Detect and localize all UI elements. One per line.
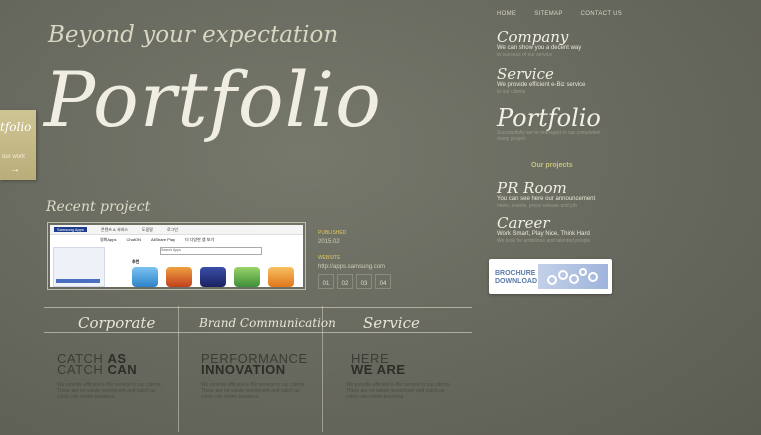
slogan-emphasis: CAN (107, 362, 138, 377)
side-tab-title: tfolio (0, 120, 32, 134)
corporate-description: We provide efficient e-Biz service to ou… (57, 382, 162, 400)
menu-company[interactable]: Company We can show you a decent way to … (497, 28, 582, 59)
samsung-apps-logo: Samsung Apps (54, 227, 87, 232)
menu-title: Portfolio (497, 104, 601, 132)
brochure-line1: BROCHURE (495, 270, 536, 277)
slogan-line: CATCH (57, 362, 108, 377)
pager-item-02[interactable]: 02 (337, 274, 353, 289)
menu-title: PR Room (497, 179, 567, 197)
brochure-label: BROCHURE DOWNLOAD (495, 270, 537, 286)
nav-sitemap-link[interactable]: SITEMAP (534, 11, 562, 17)
service-description: We provide efficient e-Biz service to ou… (346, 382, 451, 400)
top-nav: HOME SITEMAP CONTACT US (497, 11, 622, 17)
app-icon (268, 267, 294, 287)
menu-portfolio[interactable]: Portfolio Successfully we've managed to … (497, 106, 607, 142)
recent-project-label: Recent project (46, 199, 151, 215)
screenshot-nav-item: 더 다양한 앱 보기 (184, 237, 215, 242)
brand-slogan: PERFORMANCE INNOVATION (201, 352, 308, 377)
column-head-corporate[interactable]: Corporate (78, 314, 155, 332)
menu-title: Career (497, 214, 550, 232)
app-icon (234, 267, 260, 287)
pager-item-04[interactable]: 04 (375, 274, 391, 289)
pager-item-01[interactable]: 01 (318, 274, 334, 289)
screenshot-section-title: 추천 (132, 259, 140, 264)
column-head-brand[interactable]: Brand Communication (199, 316, 336, 330)
corporate-slogan: CATCH AS CATCH CAN (57, 352, 138, 377)
app-icon (200, 267, 226, 287)
arrow-right-icon: → (10, 164, 20, 175)
slogan-emphasis: WE ARE (351, 362, 406, 377)
menu-desc-faded: We look for ambitious and talented peopl… (497, 238, 591, 244)
hero-tagline: Beyond your expectation (48, 22, 339, 48)
screenshot-app-icons (132, 267, 294, 287)
app-icon (132, 267, 158, 287)
app-icon (166, 267, 192, 287)
screenshot-search: Search Apps (160, 247, 262, 255)
portfolio-side-tab[interactable]: tfolio our work → (0, 110, 36, 180)
screenshot-nav-item: AllShare Play (150, 237, 175, 242)
menu-desc-faded: news, events, press release and job (497, 203, 577, 209)
screenshot-top-link: 도움말 (141, 226, 153, 232)
menu-desc: We can show you a decent way (497, 45, 582, 51)
screenshot-top-link: 콘텐츠 & 서비스 (100, 226, 128, 232)
brochure-download-button[interactable]: BROCHURE DOWNLOAD (489, 259, 612, 294)
screenshot-sidebar (53, 247, 105, 287)
divider-under-heads (44, 332, 472, 333)
brochure-graphic-icon (547, 268, 598, 285)
service-slogan: HERE WE ARE (351, 352, 406, 377)
menu-desc: You can see here our announcement (497, 196, 596, 202)
screenshot-canvas: Samsung Apps 콘텐츠 & 서비스 도움말 로그인 영화Apps Ch… (50, 225, 303, 287)
brand-description: We provide efficient e-Biz service to ou… (201, 382, 306, 400)
recent-project-screenshot[interactable]: Samsung Apps 콘텐츠 & 서비스 도움말 로그인 영화Apps Ch… (47, 222, 306, 290)
screenshot-nav-item: 영화Apps (100, 237, 117, 242)
menu-service[interactable]: Service We provide efficient e-Biz servi… (497, 65, 586, 96)
menu-career[interactable]: Career Work Smart, Play Nice, Think Hard… (497, 214, 591, 245)
screenshot-nav-item: ChatON (126, 237, 141, 242)
screenshot-sidebar-bar (56, 279, 100, 283)
nav-home-link[interactable]: HOME (497, 11, 516, 17)
our-projects-link[interactable]: Our projects (531, 162, 573, 169)
menu-desc: Work Smart, Play Nice, Think Hard (497, 231, 590, 237)
menu-desc-faded: to success of our service (497, 52, 553, 58)
menu-desc-faded: to our clients (497, 89, 526, 95)
menu-title: Service (497, 65, 554, 83)
column-head-service[interactable]: Service (363, 314, 420, 332)
brochure-line2: DOWNLOAD (495, 278, 537, 285)
website-label: WEBSITE (318, 255, 341, 261)
nav-contact-link[interactable]: CONTACT US (581, 11, 622, 17)
side-tab-subtitle: our work (2, 154, 26, 160)
screenshot-topbar: Samsung Apps 콘텐츠 & 서비스 도움말 로그인 (50, 225, 303, 235)
menu-desc: We provide efficient e-Biz service (497, 82, 586, 88)
brochure-thumbnail (538, 264, 608, 289)
menu-desc-faded: Successfully we've managed to our comple… (497, 130, 600, 142)
project-meta: PUBLISHED 2015.02 WEBSITE http://apps.sa… (318, 229, 385, 272)
screenshot-top-link: 로그인 (166, 226, 178, 232)
menu-title: Company (497, 28, 569, 46)
published-date: 2015.02 (318, 239, 340, 245)
divider-top (44, 307, 472, 308)
page-title: Portfolio (44, 55, 382, 144)
column-divider (178, 306, 179, 432)
project-url[interactable]: http://apps.samsung.com (318, 263, 385, 272)
published-label: PUBLISHED (318, 230, 347, 236)
slogan-emphasis: INNOVATION (201, 362, 286, 377)
menu-pr-room[interactable]: PR Room You can see here our announcemen… (497, 179, 596, 210)
screenshot-nav: 영화Apps ChatON AllShare Play 더 다양한 앱 보기 (50, 237, 303, 244)
project-pager: 01 02 03 04 (318, 274, 391, 289)
pager-item-03[interactable]: 03 (356, 274, 372, 289)
